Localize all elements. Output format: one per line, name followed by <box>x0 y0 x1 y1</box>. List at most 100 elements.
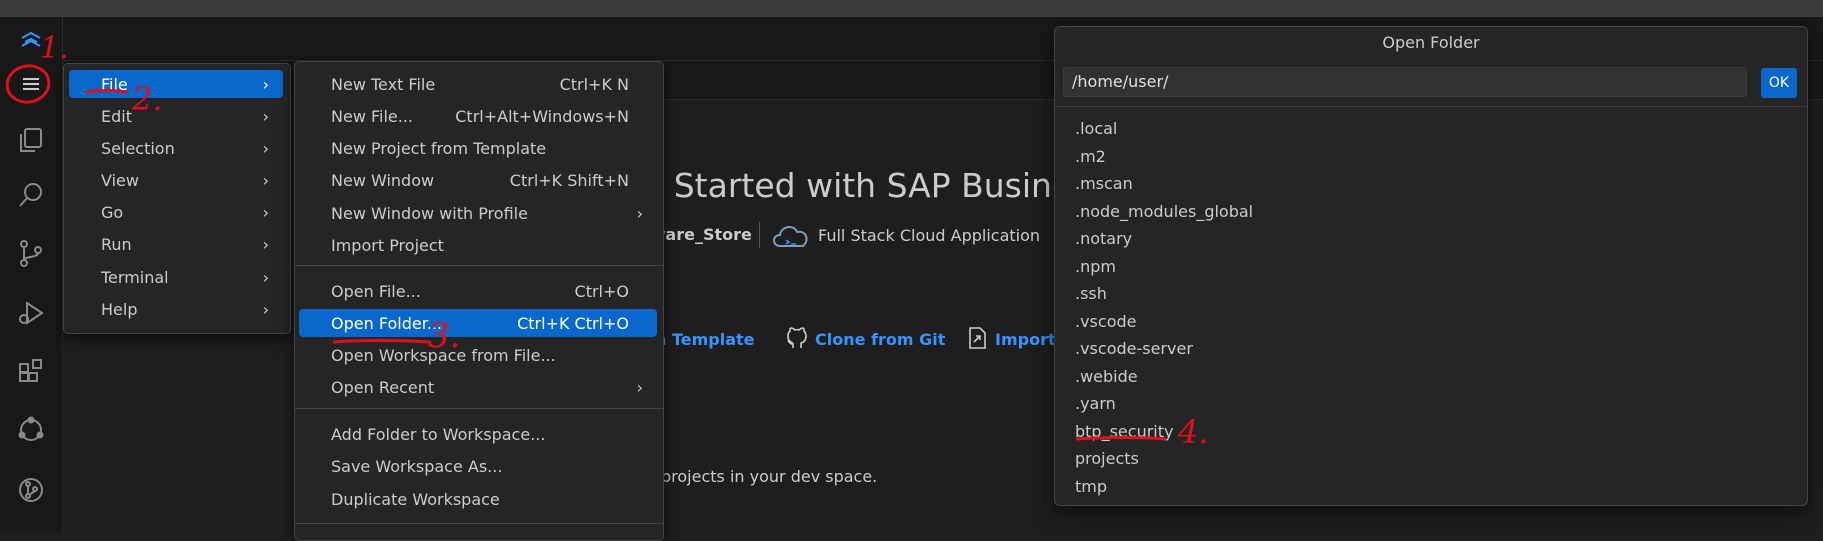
file-menu-item-add-folder-to-workspace[interactable]: Add Folder to Workspace... <box>299 420 657 448</box>
keyboard-shortcut: Ctrl+Alt+Windows+N <box>455 106 629 126</box>
file-menu-item-label: New Text File <box>331 74 436 94</box>
file-menu-item-duplicate-workspace[interactable]: Duplicate Workspace <box>299 485 657 513</box>
welcome-title: et Started with SAP Busines <box>630 166 1090 205</box>
chevron-right-icon: › <box>636 203 643 223</box>
file-menu-item-new-window-with-profile[interactable]: New Window with Profile › <box>299 199 657 227</box>
menu-item-label: Run <box>101 234 132 254</box>
file-menu-item-label: New Window with Profile <box>331 203 528 223</box>
chevron-right-icon: › <box>636 377 643 397</box>
menu-item-label: Selection <box>101 138 175 158</box>
window-top-bar <box>0 0 1823 18</box>
menu-separator <box>295 265 663 266</box>
folder-list-item[interactable]: .notary <box>1075 229 1132 248</box>
file-menu-item-label: Open Workspace from File... <box>331 345 556 365</box>
chevron-right-icon: › <box>262 202 269 222</box>
run-debug-icon[interactable] <box>6 290 56 336</box>
keyboard-shortcut: Ctrl+K Shift+N <box>509 170 629 190</box>
cloud-foundry-icon[interactable] <box>6 407 56 453</box>
git-graph-icon[interactable] <box>6 467 56 513</box>
file-menu-item-open-recent[interactable]: Open Recent › <box>299 373 657 401</box>
file-menu-item-new-window[interactable]: New Window Ctrl+K Shift+N <box>299 166 657 194</box>
folder-list-item[interactable]: .ssh <box>1075 284 1107 303</box>
source-control-icon[interactable] <box>6 230 56 276</box>
file-menu-item-new-project-from-template[interactable]: New Project from Template <box>299 134 657 162</box>
folder-list-item[interactable]: .webide <box>1075 367 1138 386</box>
folder-list-item[interactable]: .m2 <box>1075 147 1106 166</box>
open-folder-dialog: Open Folder /home/user/ OK .local .m2 .msc… <box>1054 26 1808 506</box>
folder-list-item[interactable]: .yarn <box>1075 394 1116 413</box>
file-menu-item-label: New File... <box>331 106 414 126</box>
hamburger-menu-icon[interactable] <box>6 61 56 107</box>
dialog-separator <box>1055 106 1807 107</box>
file-menu-item-import-project[interactable]: Import Project <box>299 231 657 259</box>
menu-item-terminal[interactable]: Terminal › <box>69 263 283 291</box>
github-icon <box>786 326 808 354</box>
folder-list-item[interactable]: .local <box>1075 119 1117 138</box>
menu-item-label: View <box>101 170 139 190</box>
import-icon <box>966 326 988 354</box>
folder-list-item[interactable]: btp_security <box>1075 422 1173 441</box>
folder-list-item[interactable]: projects <box>1075 449 1139 468</box>
menu-item-edit[interactable]: Edit › <box>69 102 283 130</box>
folder-list-item[interactable]: .vscode <box>1075 312 1136 331</box>
file-menu-item-label: New Window <box>331 170 435 190</box>
file-menu-item-save-workspace-as[interactable]: Save Workspace As... <box>299 452 657 480</box>
file-menu-item-open-file[interactable]: Open File... Ctrl+O <box>299 277 657 305</box>
file-menu-item-new-text-file[interactable]: New Text File Ctrl+K N <box>299 70 657 98</box>
menu-item-label: Edit <box>101 106 132 126</box>
chevron-right-icon: › <box>262 74 269 94</box>
file-menu-item-label: Open Recent <box>331 377 435 397</box>
menu-item-run[interactable]: Run › <box>69 230 283 258</box>
folder-list-item[interactable]: tmp <box>1075 477 1107 496</box>
cloud-app-icon <box>770 220 812 256</box>
file-menu-item-label: Duplicate Workspace <box>331 489 500 509</box>
file-menu-item-label: Open Folder... <box>331 313 443 333</box>
folder-path-input[interactable]: /home/user/ <box>1063 67 1747 97</box>
menu-item-label: Go <box>101 202 124 222</box>
folder-list-item[interactable]: .vscode-server <box>1075 339 1193 358</box>
explorer-icon[interactable] <box>6 117 56 163</box>
keyboard-shortcut: Ctrl+K N <box>559 74 629 94</box>
menu-item-go[interactable]: Go › <box>69 198 283 226</box>
menu-item-label: File <box>101 74 128 94</box>
new-project-template-link[interactable]: n Template <box>655 330 755 349</box>
file-menu-item-label: Import Project <box>331 235 444 255</box>
app-logo-icon <box>6 19 56 65</box>
menu-item-label: Help <box>101 299 138 319</box>
recent-separator <box>759 222 760 248</box>
import-link[interactable]: Import <box>995 330 1056 349</box>
keyboard-shortcut: Ctrl+K Ctrl+O <box>517 313 629 333</box>
file-menu-item-open-folder[interactable]: Open Folder... Ctrl+K Ctrl+O <box>299 309 657 337</box>
ok-button[interactable]: OK <box>1761 68 1797 98</box>
clone-from-git-link[interactable]: Clone from Git <box>815 330 945 349</box>
chevron-right-icon: › <box>262 138 269 158</box>
activity-bar <box>0 17 63 531</box>
menu-item-selection[interactable]: Selection › <box>69 134 283 162</box>
folder-list-item[interactable]: .mscan <box>1075 174 1133 193</box>
menu-item-help[interactable]: Help › <box>69 295 283 323</box>
file-menu-item-label: Save Workspace As... <box>331 456 503 476</box>
folder-list-item[interactable]: .npm <box>1075 257 1116 276</box>
menu-item-view[interactable]: View › <box>69 166 283 194</box>
dialog-title: Open Folder <box>1382 33 1480 52</box>
welcome-footer-text: projects in your dev space. <box>661 467 878 486</box>
menu-separator <box>295 408 663 409</box>
chevron-right-icon: › <box>262 267 269 287</box>
extensions-icon[interactable] <box>6 348 56 394</box>
recent-project-link[interactable]: vare_Store <box>655 225 752 244</box>
chevron-right-icon: › <box>262 170 269 190</box>
file-menu-item-new-file[interactable]: New File... Ctrl+Alt+Windows+N <box>299 102 657 130</box>
file-menu-item-open-workspace-from-file[interactable]: Open Workspace from File... <box>299 341 657 369</box>
file-menu-item-label: New Project from Template <box>331 138 547 158</box>
chevron-right-icon: › <box>262 299 269 319</box>
file-menu-item-label: Open File... <box>331 281 421 301</box>
main-menu: File › Edit › Selection › View › Go › Run › Terminal… <box>63 63 291 334</box>
keyboard-shortcut: Ctrl+O <box>574 281 629 301</box>
menu-separator <box>295 523 663 524</box>
chevron-right-icon: › <box>262 106 269 126</box>
menu-item-label: Terminal <box>101 267 169 287</box>
search-icon[interactable] <box>6 172 56 218</box>
recent-project-link-2[interactable]: Full Stack Cloud Application <box>818 226 1040 245</box>
menu-item-file[interactable]: File › <box>69 70 283 98</box>
folder-list-item[interactable]: .node_modules_global <box>1075 202 1253 221</box>
